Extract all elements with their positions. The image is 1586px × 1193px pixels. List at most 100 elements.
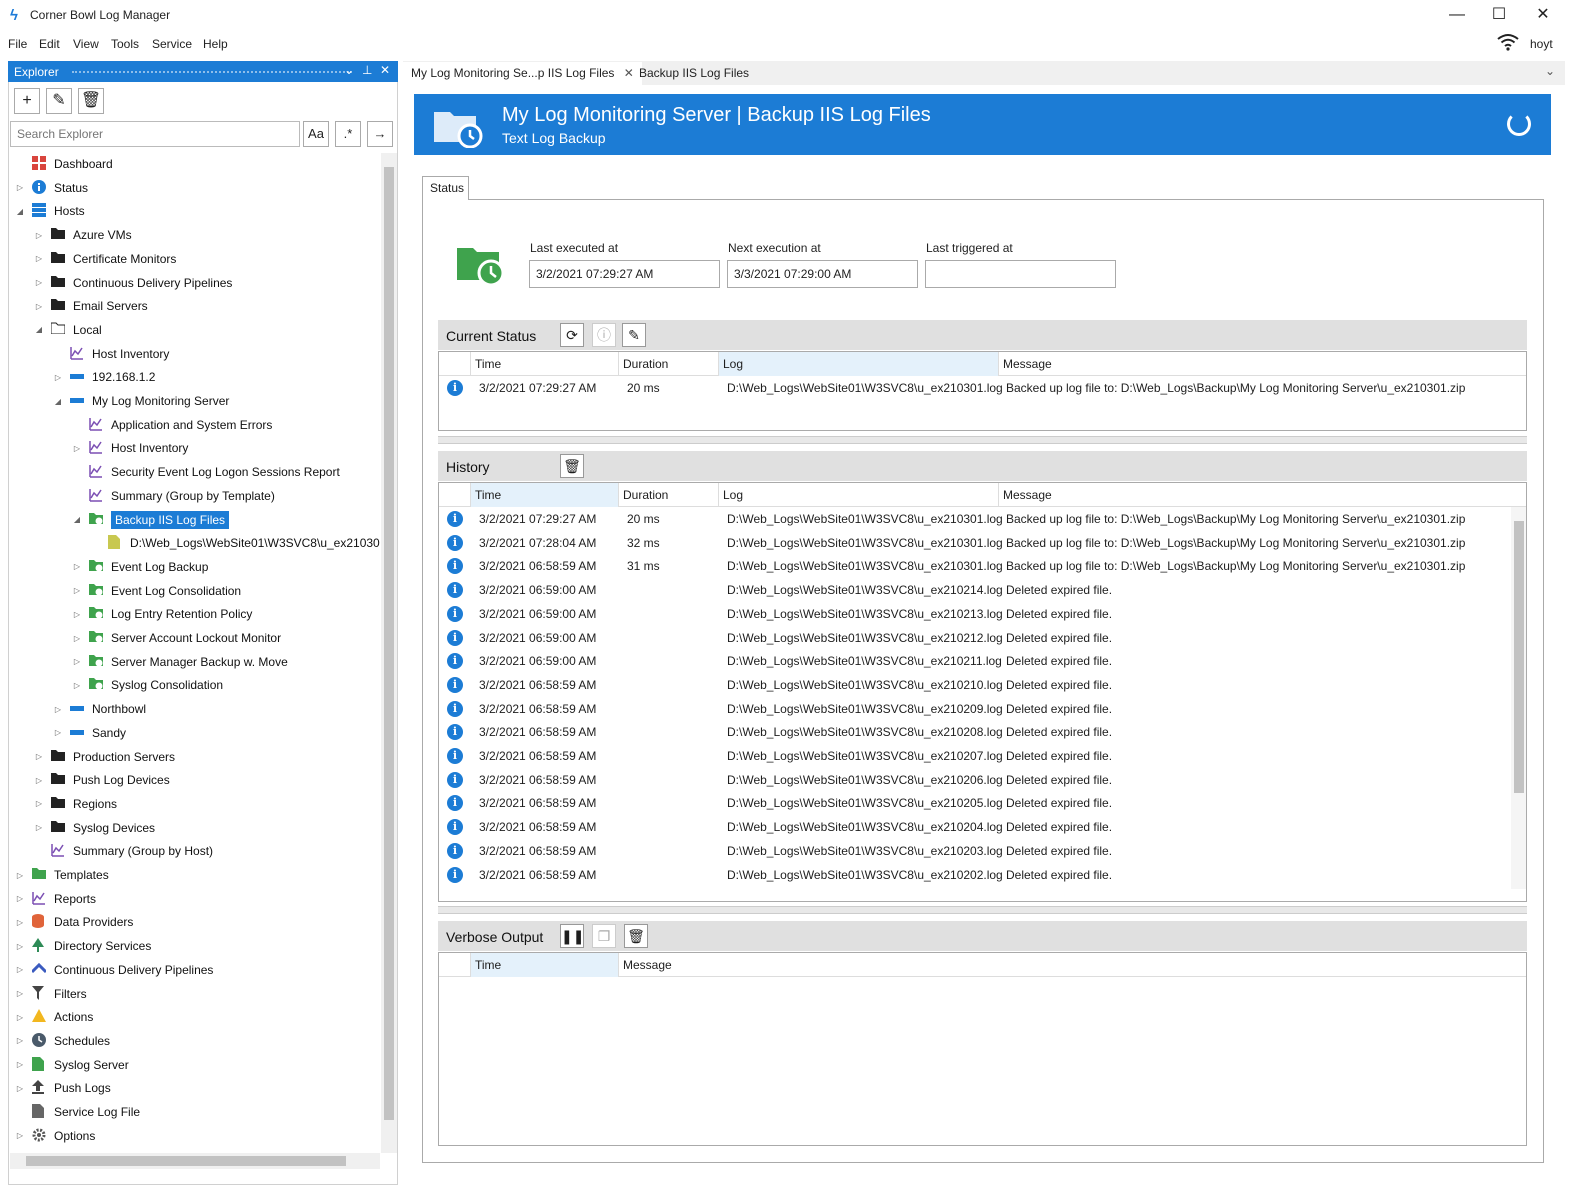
tree-item[interactable]: Summary (Group by Host) [33, 840, 213, 862]
splitter[interactable] [438, 436, 1527, 444]
table-row[interactable]: i 3/2/2021 06:59:00 AM D:\Web_Logs\WebSite… [439, 626, 1526, 650]
tree-item[interactable]: Security Event Log Logon Sessions Report [71, 461, 340, 483]
table-row[interactable]: i 3/2/2021 06:58:59 AM D:\Web_Logs\WebSite… [439, 697, 1526, 721]
tree-item[interactable]: Application and System Errors [71, 414, 272, 436]
expand-arrow-icon[interactable]: ▷ [33, 278, 45, 287]
table-row[interactable]: i 3/2/2021 06:58:59 AM D:\Web_Logs\WebSite… [439, 673, 1526, 697]
col-duration[interactable]: Duration [619, 483, 719, 507]
col-log[interactable]: Log [719, 352, 999, 376]
search-go-button[interactable]: → [367, 121, 393, 147]
edit-pencil-icon[interactable]: ✎ [46, 88, 72, 114]
tree-item[interactable]: ▷ Syslog Consolidation [71, 674, 223, 696]
table-row[interactable]: i 3/2/2021 06:59:00 AM D:\Web_Logs\WebSite… [439, 649, 1526, 673]
add-button[interactable]: + [14, 88, 40, 114]
table-row[interactable]: i 3/2/2021 06:58:59 AM 31 ms D:\Web_Logs\We… [439, 554, 1526, 578]
tree-item[interactable]: ▷ Options [14, 1125, 95, 1147]
tree-item[interactable]: ▷ Regions [33, 793, 117, 815]
user-name[interactable]: hoyt [1530, 37, 1553, 51]
expand-arrow-icon[interactable]: ▷ [14, 942, 26, 951]
tree-item[interactable]: ▷ Northbowl [52, 698, 146, 720]
tree-item[interactable]: Service Log File [14, 1101, 140, 1123]
tree-item[interactable]: ◢ Local [33, 319, 102, 341]
menu-tools[interactable]: Tools [111, 37, 139, 51]
search-input[interactable] [10, 121, 300, 147]
menu-edit[interactable]: Edit [39, 37, 60, 51]
expand-arrow-icon[interactable]: ▷ [33, 302, 45, 311]
expand-arrow-icon[interactable]: ▷ [52, 705, 64, 714]
tree-item[interactable]: ▷ Continuous Delivery Pipelines [14, 959, 213, 981]
regex-button[interactable]: .* [335, 121, 361, 147]
expand-arrow-icon[interactable]: ▷ [71, 444, 83, 453]
match-case-button[interactable]: Aa [303, 121, 329, 147]
table-row[interactable]: i 3/2/2021 06:58:59 AM D:\Web_Logs\WebSite… [439, 768, 1526, 792]
col-log[interactable]: Log [719, 483, 999, 507]
tree-item[interactable]: ▷ Reports [14, 888, 96, 910]
table-row[interactable]: i 3/2/2021 06:58:59 AM D:\Web_Logs\WebSite… [439, 839, 1526, 863]
expand-arrow-icon[interactable]: ▷ [33, 799, 45, 808]
tree-item[interactable]: ▷ Actions [14, 1006, 93, 1028]
menu-view[interactable]: View [73, 37, 99, 51]
expand-arrow-icon[interactable]: ◢ [33, 325, 45, 334]
last-executed-field[interactable]: 3/2/2021 07:29:27 AM [529, 260, 720, 288]
explorer-horizontal-scrollbar[interactable] [10, 1153, 380, 1169]
tree-item[interactable]: ▷ Server Manager Backup w. Move [71, 651, 288, 673]
tree-item[interactable]: ▷ Event Log Consolidation [71, 580, 241, 602]
tree-item[interactable]: Host Inventory [52, 343, 169, 365]
expand-arrow-icon[interactable]: ▷ [71, 657, 83, 666]
tree-item[interactable]: ▷ Host Inventory [71, 437, 188, 459]
maximize-button[interactable]: ☐ [1476, 0, 1522, 32]
tree-item[interactable]: ▷ Syslog Devices [33, 817, 155, 839]
tree-item[interactable]: ▷ Status [14, 177, 88, 199]
expand-arrow-icon[interactable]: ▷ [14, 1013, 26, 1022]
expand-arrow-icon[interactable]: ▷ [52, 373, 64, 382]
tree-item[interactable]: ▷ Syslog Server [14, 1054, 129, 1076]
expand-arrow-icon[interactable]: ▷ [14, 965, 26, 974]
tree-item[interactable]: ▷ Azure VMs [33, 224, 132, 246]
tree-item[interactable]: ▷ Data Providers [14, 911, 133, 933]
pause-icon[interactable]: ❚❚ [560, 924, 584, 948]
tab-backup-iis[interactable]: Backup IIS Log Files [631, 62, 757, 85]
tab-overflow-chevron-icon[interactable]: ⌄ [1545, 64, 1555, 78]
close-icon[interactable]: ✕ [380, 63, 390, 77]
table-row[interactable]: i 3/2/2021 06:58:59 AM D:\Web_Logs\WebSite… [439, 863, 1526, 887]
col-duration[interactable]: Duration [619, 352, 719, 376]
expand-arrow-icon[interactable]: ▷ [14, 1060, 26, 1069]
delete-trash-icon[interactable]: 🗑 [560, 454, 584, 478]
tab-my-log-monitoring[interactable]: My Log Monitoring Se...p IIS Log Files ✕ [403, 62, 642, 85]
expand-arrow-icon[interactable]: ▷ [14, 1036, 26, 1045]
col-time[interactable]: Time [471, 352, 619, 376]
menu-service[interactable]: Service [152, 37, 192, 51]
tree-item[interactable]: ◢ Hosts [14, 200, 85, 222]
edit-pencil-icon[interactable]: ✎ [622, 323, 646, 347]
expand-arrow-icon[interactable]: ▷ [71, 586, 83, 595]
tree-item[interactable]: ▷ Email Servers [33, 295, 148, 317]
col-time[interactable]: Time [471, 483, 619, 507]
expand-arrow-icon[interactable]: ▷ [14, 1084, 26, 1093]
tree-item[interactable]: ▷ Server Account Lockout Monitor [71, 627, 281, 649]
menu-file[interactable]: File [8, 37, 27, 51]
table-row[interactable]: i 3/2/2021 07:28:04 AM 32 ms D:\Web_Logs\We… [439, 531, 1526, 555]
expand-arrow-icon[interactable]: ▷ [14, 894, 26, 903]
tree-item[interactable]: ▷ Production Servers [33, 746, 175, 768]
tree-item[interactable]: Summary (Group by Template) [71, 485, 275, 507]
tree-item[interactable]: ▷ Push Log Devices [33, 769, 170, 791]
expand-arrow-icon[interactable]: ▷ [71, 681, 83, 690]
minimize-button[interactable]: — [1434, 0, 1480, 32]
col-message[interactable]: Message [999, 352, 1526, 376]
refresh-icon[interactable]: ⟳ [560, 323, 584, 347]
tree-item[interactable]: ◢ My Log Monitoring Server [52, 390, 229, 412]
expand-arrow-icon[interactable]: ◢ [71, 515, 83, 524]
chevron-down-icon[interactable]: ⌄ [344, 63, 354, 77]
explorer-vertical-scrollbar[interactable] [381, 153, 397, 1153]
col-message[interactable]: Message [999, 483, 1526, 507]
table-row[interactable]: i 3/2/2021 06:58:59 AM D:\Web_Logs\WebSite… [439, 791, 1526, 815]
table-row[interactable]: i 3/2/2021 07:29:27 AM 20 ms D:\Web_Logs\We… [439, 507, 1526, 531]
expand-arrow-icon[interactable]: ◢ [14, 207, 26, 216]
table-row[interactable]: i 3/2/2021 06:58:59 AM D:\Web_Logs\WebSite… [439, 815, 1526, 839]
col-message[interactable]: Message [619, 953, 1526, 977]
close-window-button[interactable]: ✕ [1520, 0, 1566, 32]
tree-item[interactable]: ◢ Backup IIS Log Files [71, 509, 230, 531]
table-row[interactable]: i 3/2/2021 06:58:59 AM D:\Web_Logs\WebSite… [439, 720, 1526, 744]
expand-arrow-icon[interactable]: ▷ [33, 776, 45, 785]
expand-arrow-icon[interactable]: ▷ [14, 183, 26, 192]
